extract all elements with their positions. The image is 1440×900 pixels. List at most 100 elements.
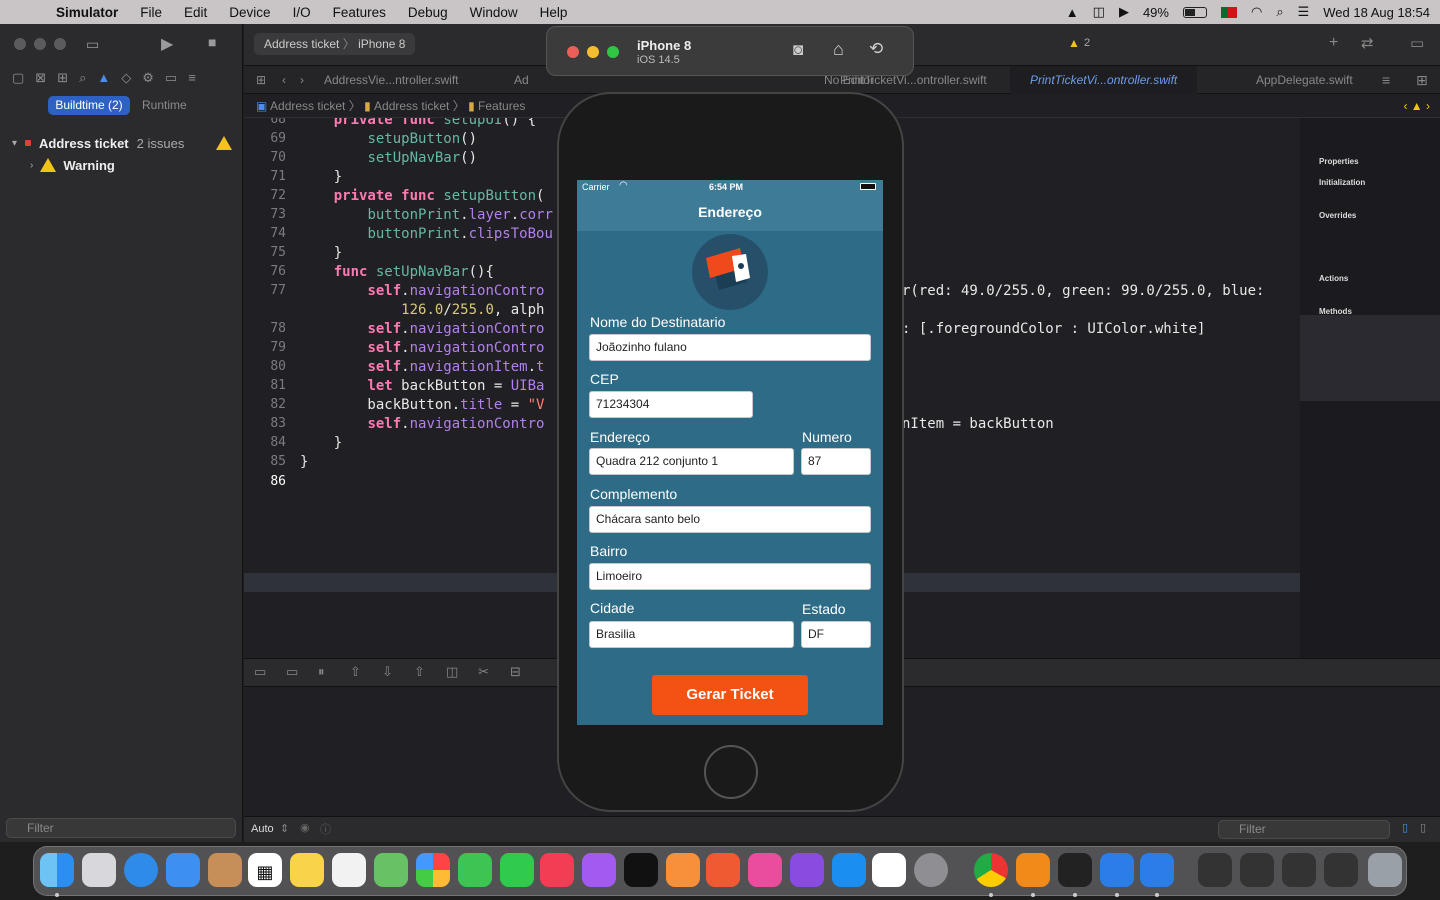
- toggle-inspector-icon[interactable]: ▭: [1410, 34, 1424, 52]
- disclosure-chevron-icon[interactable]: ›: [30, 160, 33, 171]
- gerar-ticket-button[interactable]: Gerar Ticket: [652, 675, 808, 715]
- test-navigator-icon[interactable]: ◇: [121, 70, 131, 86]
- vlc-icon[interactable]: [1016, 853, 1050, 887]
- tab-second[interactable]: Ad: [514, 66, 529, 94]
- safari-icon[interactable]: [124, 853, 158, 887]
- xcode-icon[interactable]: [1100, 853, 1134, 887]
- find-navigator-icon[interactable]: ⌕: [79, 70, 86, 86]
- minimize-sim-button[interactable]: [587, 46, 599, 58]
- play-status-icon[interactable]: ▶: [1119, 4, 1129, 20]
- search-icon[interactable]: ⌕: [1276, 4, 1283, 20]
- contacts-icon[interactable]: [208, 853, 242, 887]
- rotate-icon[interactable]: ⟲: [869, 39, 883, 59]
- menu-file[interactable]: File: [129, 5, 173, 20]
- control-center-icon[interactable]: ☰: [1298, 4, 1310, 20]
- notification-icon[interactable]: ◫: [1093, 4, 1105, 20]
- view-hierarchy-icon[interactable]: ◫: [446, 664, 458, 680]
- navigator-filter-input[interactable]: Filter: [6, 818, 236, 838]
- battery-icon[interactable]: [1182, 6, 1207, 18]
- menu-features[interactable]: Features: [322, 5, 397, 20]
- console-filter-input[interactable]: Filter: [1218, 820, 1390, 839]
- mail-icon[interactable]: [166, 853, 200, 887]
- home-icon[interactable]: ⌂: [833, 39, 844, 60]
- project-navigator-icon[interactable]: ▢: [12, 70, 24, 86]
- tv-icon[interactable]: [624, 853, 658, 887]
- podcasts-icon[interactable]: [582, 853, 616, 887]
- menu-device[interactable]: Device: [218, 5, 281, 20]
- info-icon[interactable]: ⓘ: [320, 821, 331, 837]
- zoom-sim-button[interactable]: [607, 46, 619, 58]
- terminal-icon[interactable]: [1058, 853, 1092, 887]
- minimap-label[interactable]: Initialization: [1319, 178, 1365, 187]
- tab-print-ticket-active[interactable]: PrintTicketVi...ontroller.swift: [1010, 66, 1198, 94]
- menu-help[interactable]: Help: [529, 5, 579, 20]
- finder-icon[interactable]: [40, 853, 74, 887]
- minimized-window-icon[interactable]: [1240, 853, 1274, 887]
- editor-options-icon[interactable]: ≡: [1382, 66, 1390, 94]
- runtime-tab[interactable]: Runtime: [142, 96, 187, 115]
- input-flag-icon[interactable]: [1220, 6, 1237, 18]
- simulator-titlebar[interactable]: iPhone 8 iOS 14.5 ◙ ⌂ ⟲: [546, 26, 914, 76]
- minimized-window-icon[interactable]: [1324, 853, 1358, 887]
- menu-window[interactable]: Window: [459, 5, 529, 20]
- breadcrumb-folder[interactable]: Address ticket: [374, 99, 449, 113]
- env-override-icon[interactable]: ⊟: [510, 664, 521, 680]
- minimized-window-icon[interactable]: [1282, 853, 1316, 887]
- menu-edit[interactable]: Edit: [173, 5, 218, 20]
- complemento-field[interactable]: Chácara santo belo: [589, 506, 871, 533]
- minimized-window-icon[interactable]: [1198, 853, 1232, 887]
- minimap-label[interactable]: Overrides: [1319, 211, 1356, 220]
- menu-app[interactable]: Simulator: [46, 5, 129, 20]
- calendar-icon[interactable]: ▦: [248, 853, 282, 887]
- report-navigator-icon[interactable]: ≡: [188, 70, 196, 86]
- shortcuts-icon[interactable]: [790, 853, 824, 887]
- chevron-updown-icon[interactable]: ⇕: [280, 822, 289, 835]
- phone-screen[interactable]: Carrier ◠ 6:54 PM Endereço Nome do Desti…: [577, 180, 883, 725]
- minimap[interactable]: Properties Initialization Overrides Acti…: [1300, 118, 1440, 658]
- eye-icon[interactable]: ◉: [300, 821, 310, 834]
- vlc-status-icon[interactable]: ▲: [1066, 5, 1079, 20]
- clock[interactable]: Wed 18 Aug 18:54: [1323, 5, 1430, 20]
- step-out-icon[interactable]: ⇧: [414, 664, 425, 680]
- numero-field[interactable]: 87: [801, 448, 871, 475]
- photos-icon[interactable]: [416, 853, 450, 887]
- system-preferences-icon[interactable]: [914, 853, 948, 887]
- add-editor-icon[interactable]: ⊞: [1416, 66, 1428, 94]
- minimap-label[interactable]: Properties: [1319, 157, 1359, 166]
- trash-icon[interactable]: [1368, 853, 1402, 887]
- minimap-label[interactable]: Actions: [1319, 274, 1348, 283]
- project-issue-row[interactable]: ▾ Address ticket 2 issues: [12, 133, 232, 153]
- breadcrumb-features[interactable]: Features: [478, 99, 525, 113]
- source-control-icon[interactable]: ⊠: [35, 70, 46, 86]
- hide-debug-icon[interactable]: ▭: [254, 664, 266, 680]
- breadcrumb-project[interactable]: Address ticket: [270, 99, 345, 113]
- bairro-field[interactable]: Limoeiro: [589, 563, 871, 590]
- auto-selector[interactable]: Auto: [251, 823, 274, 835]
- warning-badge-icon[interactable]: ▲: [1068, 36, 1080, 50]
- slack-icon[interactable]: [872, 853, 906, 887]
- issue-navigator-icon[interactable]: ▲: [97, 70, 110, 86]
- breakpoint-navigator-icon[interactable]: ▭: [165, 70, 177, 86]
- disclosure-chevron-icon[interactable]: ▾: [12, 138, 17, 149]
- step-over-icon[interactable]: ⇧: [350, 664, 361, 680]
- buildtime-tab[interactable]: Buildtime (2): [48, 96, 130, 115]
- simulator-icon[interactable]: [1140, 853, 1174, 887]
- breakpoints-icon[interactable]: ▭: [286, 664, 298, 680]
- endereco-field[interactable]: Quadra 212 conjunto 1: [589, 448, 794, 475]
- books-icon[interactable]: [666, 853, 700, 887]
- split-right-icon[interactable]: ▯: [1420, 821, 1426, 834]
- app-store-icon[interactable]: [832, 853, 866, 887]
- pause-icon[interactable]: ⏸: [318, 664, 325, 680]
- launchpad-icon[interactable]: [82, 853, 116, 887]
- run-button-icon[interactable]: ▶: [161, 34, 173, 54]
- minimize-window-button[interactable]: [34, 38, 46, 50]
- code-review-icon[interactable]: ⇄: [1361, 34, 1374, 52]
- step-in-icon[interactable]: ⇩: [382, 664, 393, 680]
- chrome-icon[interactable]: [974, 853, 1008, 887]
- wifi-icon[interactable]: ◠: [1251, 4, 1262, 20]
- grid-icon[interactable]: ⊞: [256, 66, 266, 94]
- music-icon[interactable]: [540, 853, 574, 887]
- swift-playgrounds-icon[interactable]: [706, 853, 740, 887]
- facetime-icon[interactable]: [500, 853, 534, 887]
- minimap-viewport[interactable]: [1300, 315, 1440, 401]
